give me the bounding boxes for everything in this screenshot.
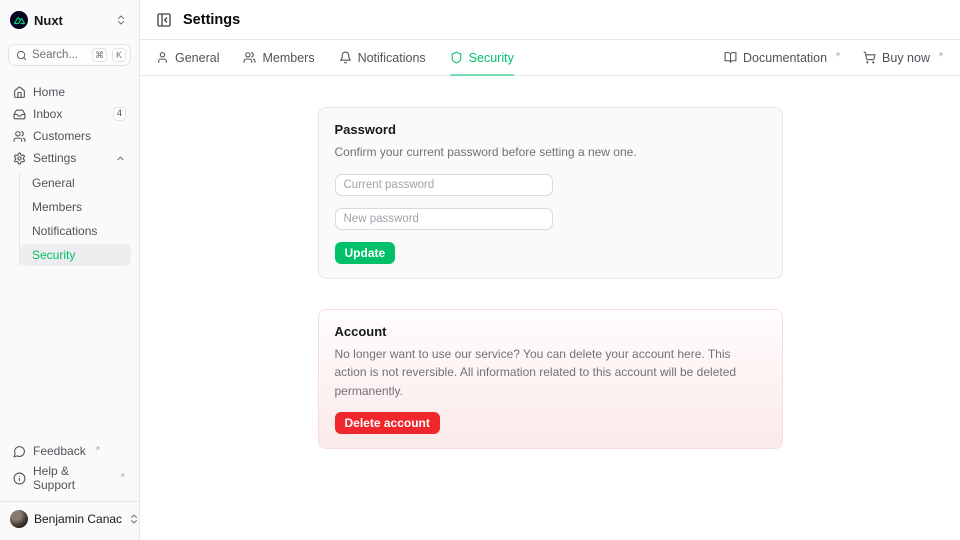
password-card-title: Password: [335, 122, 766, 137]
search-placeholder: Search...: [32, 49, 87, 61]
tab-general[interactable]: General: [156, 40, 219, 75]
password-card: Password Confirm your current password b…: [318, 107, 783, 279]
sidebar-item-general[interactable]: General: [20, 172, 131, 194]
collapse-sidebar-icon[interactable]: [156, 12, 172, 28]
update-password-button[interactable]: Update: [335, 242, 396, 264]
account-card: Account No longer want to use our servic…: [318, 309, 783, 450]
gear-icon: [13, 152, 26, 165]
sidebar-item-label: Customers: [33, 129, 126, 143]
sidebar-item-label: Home: [33, 85, 126, 99]
info-icon: [13, 472, 26, 485]
external-link-icon: [119, 472, 126, 479]
sidebar: Nuxt Search... ⌘ K Home Inbox 4 Customer…: [0, 0, 140, 540]
settings-security-content: Password Confirm your current password b…: [140, 76, 960, 540]
sidebar-item-settings[interactable]: Settings: [8, 148, 131, 168]
help-support-link[interactable]: Help & Support: [8, 461, 131, 495]
sidebar-item-members[interactable]: Members: [20, 196, 131, 218]
inbox-icon: [13, 108, 26, 121]
account-card-description: No longer want to use our service? You c…: [335, 345, 766, 401]
tab-members[interactable]: Members: [243, 40, 314, 75]
kbd-meta: ⌘: [92, 48, 107, 62]
workspace-switcher[interactable]: Nuxt: [8, 8, 131, 32]
search-input[interactable]: Search... ⌘ K: [8, 44, 131, 66]
home-icon: [13, 86, 26, 99]
user-name: Benjamin Canac: [34, 512, 122, 526]
documentation-link[interactable]: Documentation: [724, 51, 841, 65]
sidebar-item-label: Settings: [33, 151, 108, 165]
chevrons-up-down-icon: [128, 513, 140, 525]
search-icon: [16, 50, 27, 61]
user-icon: [156, 51, 169, 64]
cart-icon: [863, 51, 876, 64]
workspace-name: Nuxt: [34, 13, 109, 28]
settings-tabs-bar: General Members Notifications Security: [140, 40, 960, 76]
sidebar-item-customers[interactable]: Customers: [8, 126, 131, 146]
password-card-description: Confirm your current password before set…: [335, 143, 766, 162]
sidebar-item-home[interactable]: Home: [8, 82, 131, 102]
nuxt-logo-icon: [10, 11, 28, 29]
inbox-count-badge: 4: [113, 107, 126, 121]
buy-now-label: Buy now: [882, 51, 930, 65]
tab-label: Security: [469, 51, 514, 65]
external-link-icon: [94, 445, 101, 452]
settings-subnav: General Members Notifications Security: [19, 172, 131, 266]
sidebar-item-label: Inbox: [33, 107, 106, 121]
new-password-field[interactable]: [335, 208, 553, 230]
sidebar-item-notifications[interactable]: Notifications: [20, 220, 131, 242]
documentation-label: Documentation: [743, 51, 827, 65]
avatar: [10, 510, 28, 528]
shield-icon: [450, 51, 463, 64]
sidebar-nav: Home Inbox 4 Customers Settings General …: [8, 82, 131, 266]
header-actions: Documentation Buy now: [724, 51, 944, 65]
sidebar-spacer: [8, 266, 131, 441]
buy-now-link[interactable]: Buy now: [863, 51, 944, 65]
app-window: Nuxt Search... ⌘ K Home Inbox 4 Customer…: [0, 0, 960, 540]
feedback-label: Feedback: [33, 444, 86, 458]
tab-label: Members: [262, 51, 314, 65]
chevron-up-icon: [115, 153, 126, 164]
sidebar-item-security[interactable]: Security: [20, 244, 131, 266]
tab-label: Notifications: [358, 51, 426, 65]
book-icon: [724, 51, 737, 64]
page-title: Settings: [183, 12, 240, 28]
customers-icon: [13, 130, 26, 143]
tab-security[interactable]: Security: [450, 40, 514, 75]
feedback-link[interactable]: Feedback: [8, 441, 131, 461]
bell-icon: [339, 51, 352, 64]
delete-account-button[interactable]: Delete account: [335, 412, 440, 434]
external-link-icon: [937, 51, 944, 58]
account-card-title: Account: [335, 324, 766, 339]
help-support-label: Help & Support: [33, 464, 111, 492]
chevrons-up-down-icon: [115, 14, 127, 26]
tab-label: General: [175, 51, 219, 65]
sidebar-item-inbox[interactable]: Inbox 4: [8, 104, 131, 124]
settings-tabs: General Members Notifications Security: [156, 40, 514, 75]
current-password-field[interactable]: [335, 174, 553, 196]
user-menu[interactable]: Benjamin Canac: [0, 501, 139, 532]
external-link-icon: [834, 51, 841, 58]
tab-notifications[interactable]: Notifications: [339, 40, 426, 75]
users-icon: [243, 51, 256, 64]
kbd-k: K: [112, 48, 126, 62]
chat-bubble-icon: [13, 445, 26, 458]
main-panel: Settings General Members Notifications: [140, 0, 960, 540]
page-header: Settings: [140, 0, 960, 40]
